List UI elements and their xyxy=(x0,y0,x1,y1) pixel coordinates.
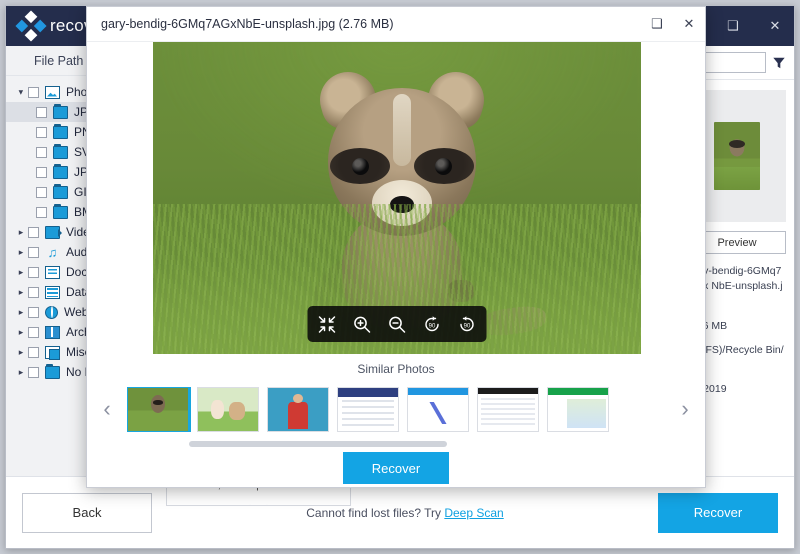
folder-icon xyxy=(53,204,68,219)
recover-button[interactable]: Recover xyxy=(658,492,778,533)
zoom-out-icon[interactable] xyxy=(388,315,407,334)
application-window: recoverit — ❑ ✕ File Path ▸Photo(JPGPNGS… xyxy=(5,5,795,549)
webfile-icon xyxy=(45,305,58,319)
maximize-icon[interactable]: ❑ xyxy=(712,6,754,46)
thumb-screenshot-dark-table[interactable] xyxy=(477,386,539,432)
thumb-man-red-shirt[interactable] xyxy=(267,386,329,432)
modal-window-controls: ❑ ✕ xyxy=(641,7,705,42)
checkbox[interactable] xyxy=(28,366,39,378)
caret-right-icon[interactable]: ▸ xyxy=(14,247,28,258)
audio-icon: ♫ xyxy=(47,244,58,260)
folder-icon xyxy=(53,164,68,179)
thumb-baby-teddy[interactable] xyxy=(197,386,259,432)
caret-right-icon[interactable]: ▸ xyxy=(14,307,28,318)
checkbox[interactable] xyxy=(28,266,39,278)
modal-maximize-icon[interactable]: ❑ xyxy=(641,7,673,42)
image-preview-modal: gary-bendig-6GMq7AGxNbE-unsplash.jpg (2.… xyxy=(86,6,706,488)
caret-down-icon[interactable]: ▸ xyxy=(16,85,27,99)
checkbox[interactable] xyxy=(36,146,47,158)
checkbox[interactable] xyxy=(36,126,47,138)
checkbox[interactable] xyxy=(28,246,39,258)
caret-right-icon[interactable]: ▸ xyxy=(14,347,28,358)
archive-icon xyxy=(45,325,60,339)
preview-thumbnail-image xyxy=(714,122,760,190)
folder-icon xyxy=(53,144,68,159)
checkbox[interactable] xyxy=(36,166,47,178)
caret-right-icon[interactable]: ▸ xyxy=(14,327,28,338)
document-icon xyxy=(45,265,60,279)
thumb-screenshot-chart[interactable] xyxy=(407,386,469,432)
back-button[interactable]: Back xyxy=(22,492,152,533)
checkbox[interactable] xyxy=(36,106,47,118)
caret-right-icon[interactable]: ▸ xyxy=(14,367,28,378)
checkbox[interactable] xyxy=(28,346,39,358)
checkbox[interactable] xyxy=(28,86,39,98)
image-toolbar: 90 90 xyxy=(307,306,487,342)
modal-close-icon[interactable]: ✕ xyxy=(673,7,705,42)
deep-scan-link[interactable]: Deep Scan xyxy=(444,506,503,520)
checkbox[interactable] xyxy=(28,306,39,318)
photo-icon xyxy=(45,85,60,99)
modal-recover-button[interactable]: Recover xyxy=(343,452,449,484)
folder-icon xyxy=(53,184,68,199)
checkbox[interactable] xyxy=(36,186,47,198)
folder-icon xyxy=(53,124,68,139)
rotate-right-90-icon[interactable]: 90 xyxy=(458,315,477,334)
filter-funnel-icon[interactable] xyxy=(772,56,786,70)
caret-right-icon[interactable]: ▸ xyxy=(14,287,28,298)
checkbox[interactable] xyxy=(28,226,39,238)
next-arrow-icon[interactable]: › xyxy=(665,379,705,439)
logo-diamond-icon xyxy=(15,10,47,42)
caret-right-icon[interactable]: ▸ xyxy=(14,267,28,278)
similar-photos-strip: ‹ › xyxy=(87,379,705,439)
fit-screen-icon[interactable] xyxy=(318,315,337,334)
checkbox[interactable] xyxy=(28,326,39,338)
similar-photos-title: Similar Photos xyxy=(357,362,435,376)
svg-text:90: 90 xyxy=(464,323,471,329)
thumbnail-scrollbar[interactable] xyxy=(189,441,447,447)
checkbox[interactable] xyxy=(36,206,47,218)
close-icon[interactable]: ✕ xyxy=(754,6,794,46)
deep-scan-hint: Cannot find lost files? Try Deep Scan xyxy=(152,506,658,520)
thumb-screenshot-form[interactable] xyxy=(337,386,399,432)
modal-header: gary-bendig-6GMq7AGxNbE-unsplash.jpg (2.… xyxy=(87,7,705,42)
thumbnail-list xyxy=(127,386,665,432)
modal-title: gary-bendig-6GMq7AGxNbE-unsplash.jpg (2.… xyxy=(101,17,394,31)
prev-arrow-icon[interactable]: ‹ xyxy=(87,379,127,439)
thumb-raccoon[interactable] xyxy=(127,386,191,432)
database-icon xyxy=(45,285,60,299)
folder-icon xyxy=(45,364,60,379)
image-stage[interactable]: 90 90 xyxy=(153,42,641,354)
deep-scan-hint-text: Cannot find lost files? Try xyxy=(306,505,445,520)
zoom-in-icon[interactable] xyxy=(353,315,372,334)
rotate-left-90-icon[interactable]: 90 xyxy=(423,315,442,334)
thumb-screenshot-map[interactable] xyxy=(547,386,609,432)
folder-icon xyxy=(53,104,68,119)
checkbox[interactable] xyxy=(28,286,39,298)
svg-text:90: 90 xyxy=(429,323,436,329)
misc-icon xyxy=(45,345,60,360)
video-icon xyxy=(45,225,62,239)
caret-right-icon[interactable]: ▸ xyxy=(14,227,28,238)
